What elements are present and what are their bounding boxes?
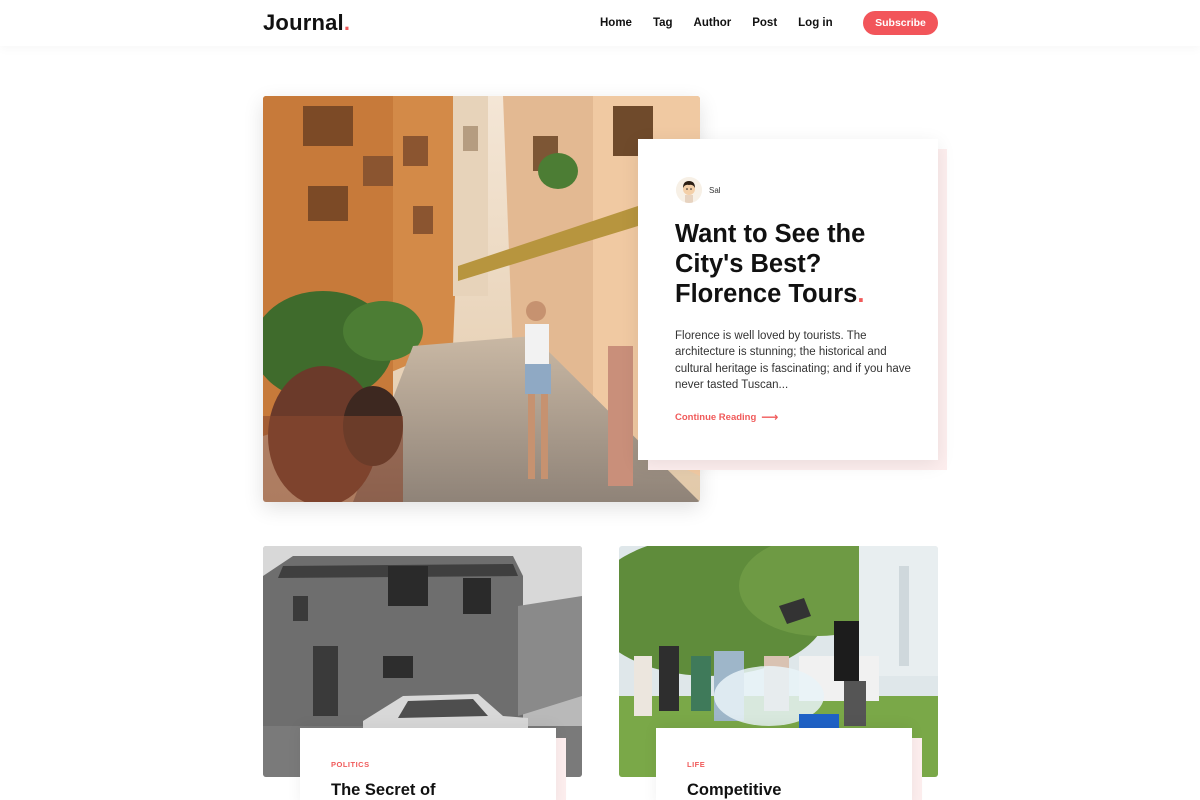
site-header: Journal. Home Tag Author Post Log in Sub… xyxy=(0,0,1200,46)
featured-title[interactable]: Want to See the City's Best? Florence To… xyxy=(675,219,915,309)
featured-title-text: Want to See the City's Best? Florence To… xyxy=(675,220,866,308)
nav-home[interactable]: Home xyxy=(600,17,632,29)
author[interactable]: Sal xyxy=(676,177,721,203)
featured-card: Sal Want to See the City's Best? Florenc… xyxy=(638,139,938,460)
main-nav: Home Tag Author Post Log in xyxy=(600,10,854,36)
nav-post[interactable]: Post xyxy=(752,17,777,29)
nav-tag[interactable]: Tag xyxy=(653,17,673,29)
featured-excerpt: Florence is well loved by tourists. The … xyxy=(675,330,911,391)
post-category-1[interactable]: POLITICS xyxy=(331,760,370,769)
author-avatar xyxy=(676,177,702,203)
post-title-1[interactable]: The Secret of xyxy=(331,781,436,800)
post-card-1: POLITICS The Secret of xyxy=(300,728,556,800)
author-name: Sal xyxy=(709,185,721,195)
arrow-right-icon: ⟶ xyxy=(761,410,779,424)
featured-image[interactable] xyxy=(263,96,700,502)
continue-reading-label: Continue Reading xyxy=(675,411,757,423)
nav-author[interactable]: Author xyxy=(694,17,732,29)
logo-text: Journal xyxy=(263,10,344,35)
post-category-2[interactable]: LIFE xyxy=(687,760,705,769)
nav-login[interactable]: Log in xyxy=(798,17,833,29)
logo-dot: . xyxy=(343,10,351,35)
site-logo[interactable]: Journal. xyxy=(263,10,350,36)
title-dot: . xyxy=(857,280,865,308)
subscribe-button[interactable]: Subscribe xyxy=(863,11,938,35)
post-card-2: LIFE Competitive xyxy=(656,728,912,800)
continue-reading-link[interactable]: Continue Reading ⟶ xyxy=(675,410,778,424)
post-title-2[interactable]: Competitive xyxy=(687,781,781,800)
